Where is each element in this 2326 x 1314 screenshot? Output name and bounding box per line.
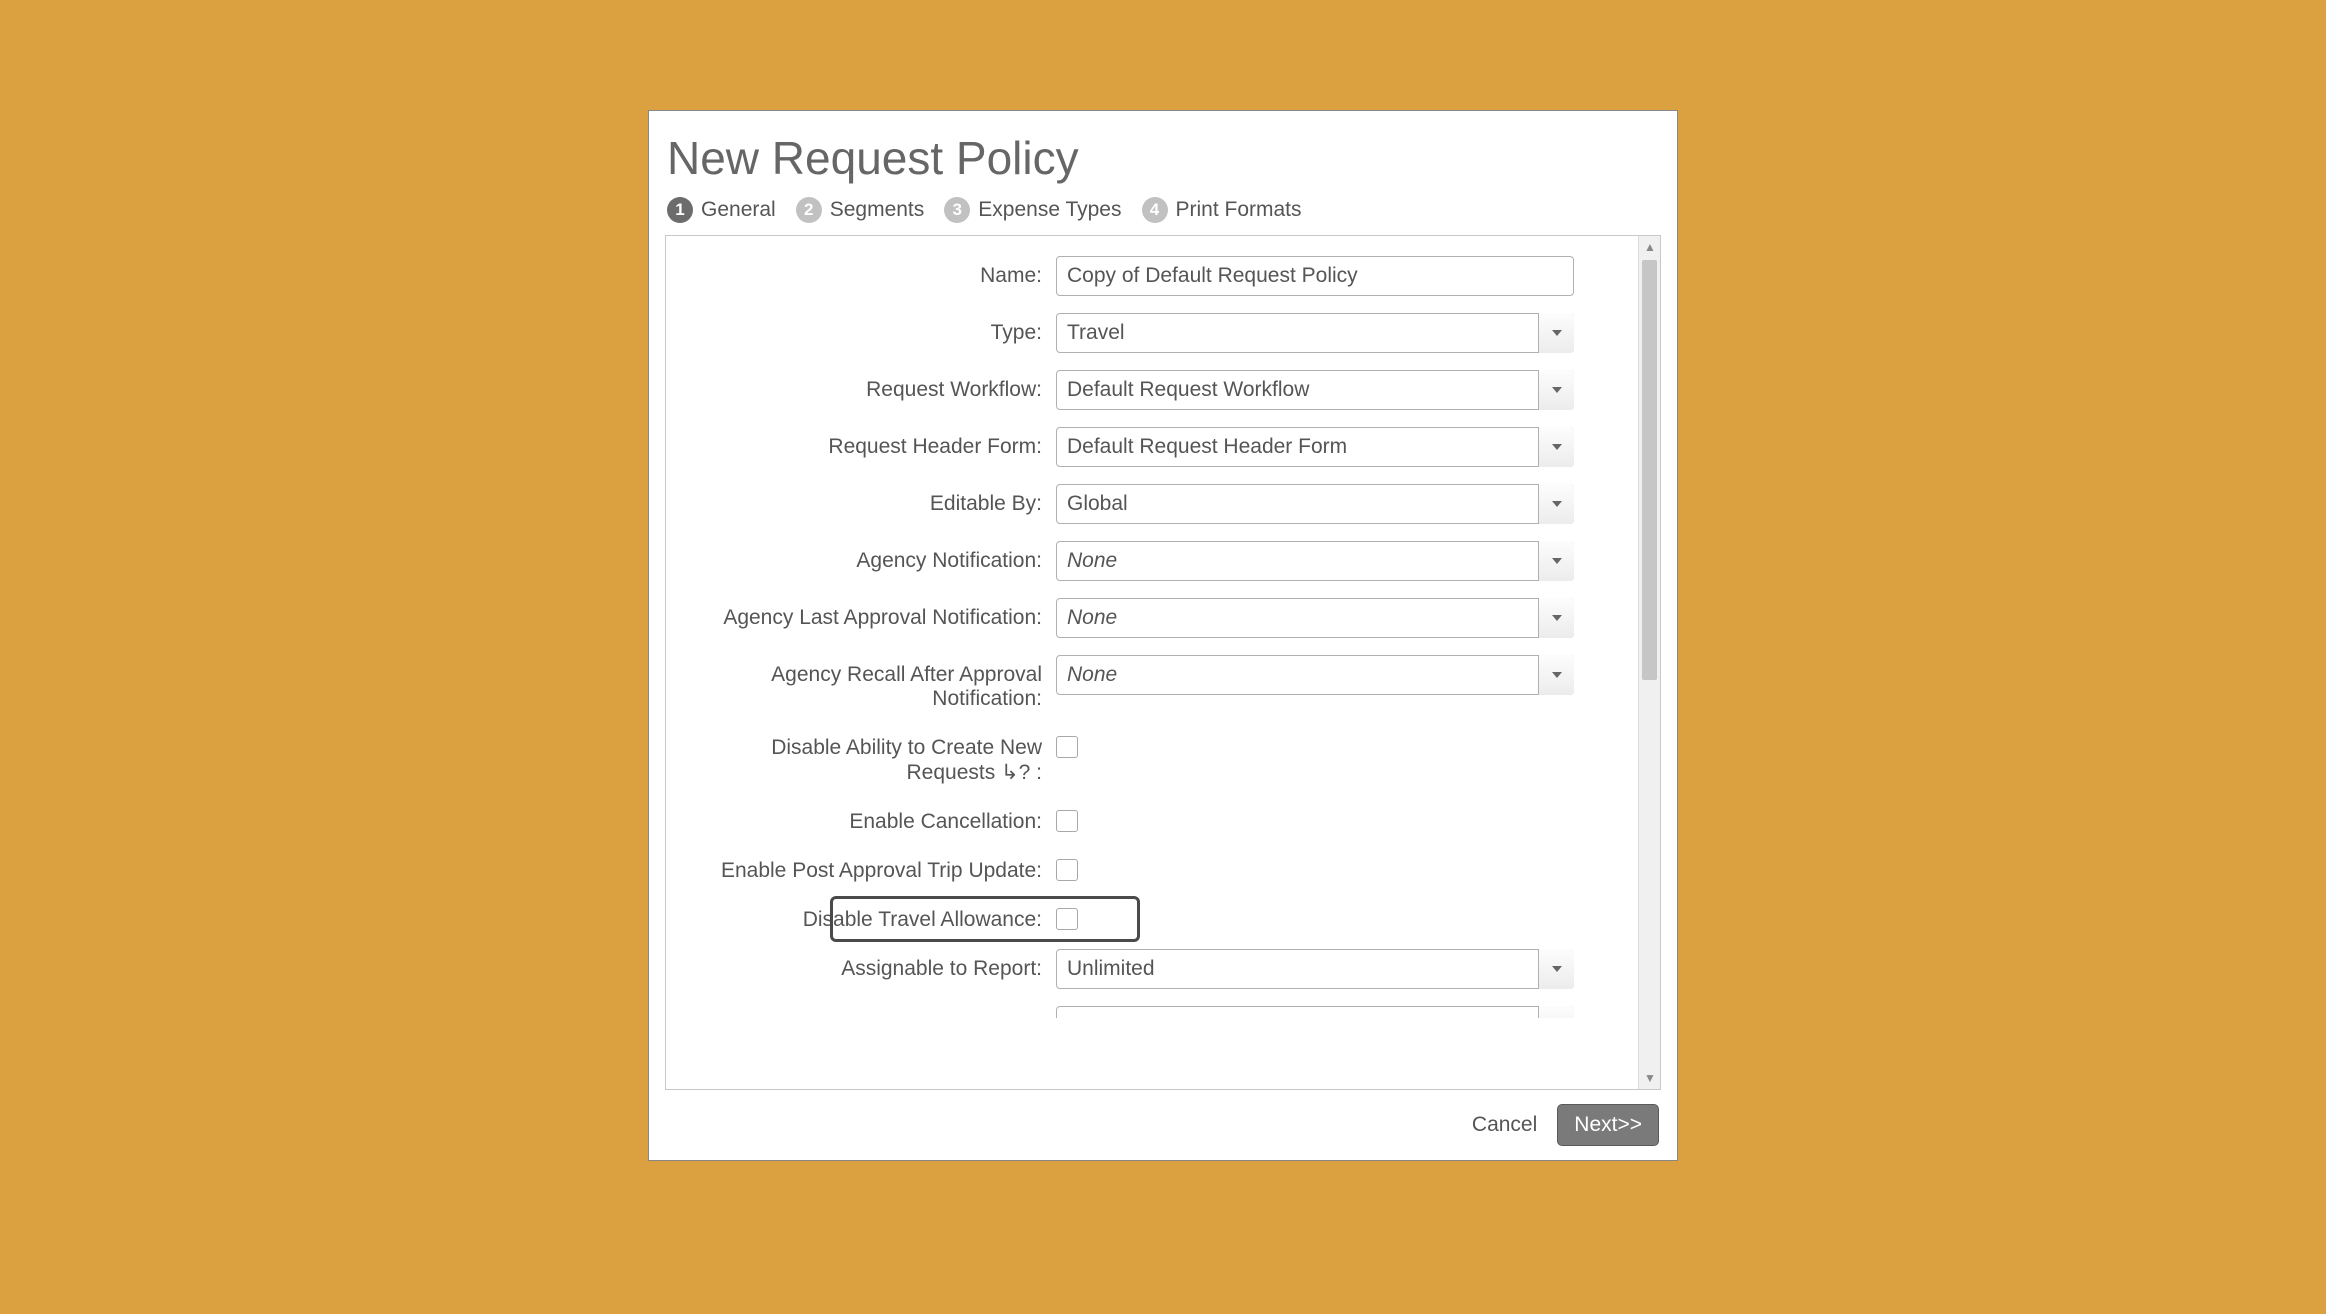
type-label: Type: bbox=[686, 313, 1056, 345]
new-request-policy-dialog: New Request Policy 1 General 2 Segments … bbox=[648, 110, 1678, 1161]
step-number-badge: 2 bbox=[796, 197, 822, 223]
step-label: General bbox=[701, 198, 776, 222]
editable-by-select[interactable]: Global bbox=[1056, 484, 1574, 524]
agency-notification-value: None bbox=[1056, 541, 1574, 581]
enable-post-approval-checkbox[interactable] bbox=[1056, 859, 1078, 881]
header-form-label: Request Header Form: bbox=[686, 427, 1056, 459]
dialog-footer: Cancel Next>> bbox=[649, 1090, 1677, 1160]
step-number-badge: 4 bbox=[1142, 197, 1168, 223]
wizard-step-general[interactable]: 1 General bbox=[667, 197, 776, 223]
disable-new-requests-label: Disable Ability to Create New Requests ↳… bbox=[686, 728, 1056, 785]
step-label: Expense Types bbox=[978, 198, 1121, 222]
chevron-down-icon bbox=[1538, 1006, 1574, 1018]
chevron-down-icon bbox=[1538, 655, 1574, 695]
enable-post-approval-label: Enable Post Approval Trip Update: bbox=[686, 851, 1056, 883]
chevron-down-icon bbox=[1538, 484, 1574, 524]
assignable-to-report-value: Unlimited bbox=[1056, 949, 1574, 989]
chevron-down-icon bbox=[1538, 370, 1574, 410]
agency-recall-label: Agency Recall After Approval Notificatio… bbox=[686, 655, 1056, 711]
name-label: Name: bbox=[686, 256, 1056, 288]
wizard-step-expense-types[interactable]: 3 Expense Types bbox=[944, 197, 1121, 223]
step-label: Print Formats bbox=[1176, 198, 1302, 222]
name-input[interactable] bbox=[1056, 256, 1574, 296]
chevron-down-icon bbox=[1538, 598, 1574, 638]
agency-recall-value: None bbox=[1056, 655, 1574, 695]
wizard-step-print-formats[interactable]: 4 Print Formats bbox=[1142, 197, 1302, 223]
type-select[interactable]: Travel bbox=[1056, 313, 1574, 353]
scroll-thumb[interactable] bbox=[1642, 260, 1657, 680]
agency-last-approval-label: Agency Last Approval Notification: bbox=[686, 598, 1056, 630]
agency-recall-select[interactable]: None bbox=[1056, 655, 1574, 695]
wizard-steps: 1 General 2 Segments 3 Expense Types 4 P… bbox=[649, 197, 1677, 235]
step-label: Segments bbox=[830, 198, 925, 222]
header-form-select[interactable]: Default Request Header Form bbox=[1056, 427, 1574, 467]
disable-travel-allowance-checkbox[interactable] bbox=[1056, 908, 1078, 930]
partial-select[interactable] bbox=[1056, 1006, 1574, 1018]
editable-by-label: Editable By: bbox=[686, 484, 1056, 516]
workflow-select[interactable]: Default Request Workflow bbox=[1056, 370, 1574, 410]
form-scroll-area: Name: Type: Travel Request Workflow: bbox=[666, 236, 1638, 1089]
type-select-value: Travel bbox=[1056, 313, 1574, 353]
chevron-down-icon bbox=[1538, 949, 1574, 989]
step-number-badge: 3 bbox=[944, 197, 970, 223]
editable-by-select-value: Global bbox=[1056, 484, 1574, 524]
form-panel: Name: Type: Travel Request Workflow: bbox=[665, 235, 1661, 1090]
assignable-to-report-label: Assignable to Report: bbox=[686, 949, 1056, 981]
agency-last-approval-value: None bbox=[1056, 598, 1574, 638]
assignable-to-report-select[interactable]: Unlimited bbox=[1056, 949, 1574, 989]
disable-new-requests-checkbox[interactable] bbox=[1056, 736, 1078, 758]
step-number-badge: 1 bbox=[667, 197, 693, 223]
cancel-button[interactable]: Cancel bbox=[1472, 1113, 1537, 1137]
agency-notification-label: Agency Notification: bbox=[686, 541, 1056, 573]
agency-last-approval-select[interactable]: None bbox=[1056, 598, 1574, 638]
workflow-label: Request Workflow: bbox=[686, 370, 1056, 402]
enable-cancellation-label: Enable Cancellation: bbox=[686, 802, 1056, 834]
scrollbar[interactable]: ▲ ▼ bbox=[1638, 236, 1660, 1089]
chevron-down-icon bbox=[1538, 313, 1574, 353]
partial-row-label bbox=[686, 1006, 1056, 1014]
enable-cancellation-checkbox[interactable] bbox=[1056, 810, 1078, 832]
disable-travel-allowance-label: Disable Travel Allowance: bbox=[686, 900, 1056, 932]
dialog-title: New Request Policy bbox=[649, 111, 1677, 197]
workflow-select-value: Default Request Workflow bbox=[1056, 370, 1574, 410]
scroll-up-icon[interactable]: ▲ bbox=[1639, 236, 1661, 258]
chevron-down-icon bbox=[1538, 541, 1574, 581]
wizard-step-segments[interactable]: 2 Segments bbox=[796, 197, 925, 223]
agency-notification-select[interactable]: None bbox=[1056, 541, 1574, 581]
chevron-down-icon bbox=[1538, 427, 1574, 467]
scroll-down-icon[interactable]: ▼ bbox=[1639, 1067, 1661, 1089]
header-form-select-value: Default Request Header Form bbox=[1056, 427, 1574, 467]
partial-select-value bbox=[1056, 1006, 1574, 1018]
next-button[interactable]: Next>> bbox=[1557, 1104, 1659, 1146]
